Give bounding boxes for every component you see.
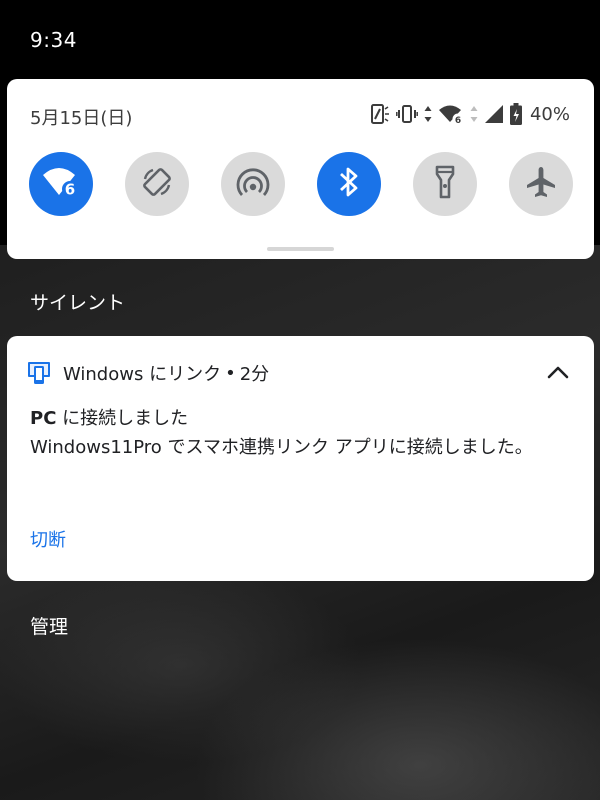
quick-settings-tiles: 6 <box>29 152 579 216</box>
notification-body: Windows11Pro でスマホ連携リンク アプリに接続しました。 <box>30 437 533 458</box>
notification-title: PC に接続しました <box>30 404 188 430</box>
battery-percentage: 40% <box>529 103 570 125</box>
collapse-button[interactable] <box>546 361 570 385</box>
airplane-icon <box>524 165 558 203</box>
bluetooth-tile[interactable] <box>317 152 381 216</box>
notification-header: Windows にリンク • 2分 <box>27 360 269 386</box>
app-name: Windows にリンク <box>63 364 222 385</box>
silent-section-label: サイレント <box>30 292 126 314</box>
quick-settings-panel: 5月15日(日) 6 40% 6 <box>7 79 594 259</box>
hotspot-tile[interactable] <box>221 152 285 216</box>
hotspot-icon <box>236 167 270 201</box>
notification-title-rest: に接続しました <box>56 408 189 429</box>
wifi-badge: 6 <box>65 181 75 199</box>
battery-icon <box>509 103 522 125</box>
rotate-icon <box>141 166 173 202</box>
notification-title-bold: PC <box>30 408 57 429</box>
bluetooth-icon <box>338 165 360 203</box>
manage-label[interactable]: 管理 <box>30 612 68 639</box>
phone-link-app-icon <box>27 361 51 385</box>
data-arrows-icon <box>424 105 432 123</box>
cell-signal-icon <box>484 104 504 124</box>
notification-time: 2分 <box>239 364 270 385</box>
vibrate-icon <box>396 104 418 124</box>
flashlight-icon <box>434 165 456 203</box>
signal-arrows-icon <box>470 105 478 123</box>
header-separator: • <box>225 362 236 384</box>
battery-saver-icon <box>370 103 390 125</box>
svg-text:6: 6 <box>455 116 461 124</box>
status-icons: 6 40% <box>370 103 570 125</box>
status-bar-time: 9:34 <box>30 28 77 52</box>
wifi-status-icon: 6 <box>438 104 464 124</box>
date-label: 5月15日(日) <box>30 108 133 129</box>
auto-rotate-tile[interactable] <box>125 152 189 216</box>
wifi-6-icon: 6 <box>41 165 81 203</box>
chevron-up-icon <box>547 364 569 383</box>
disconnect-button[interactable]: 切断 <box>30 526 66 552</box>
panel-drag-handle[interactable] <box>267 247 334 251</box>
airplane-mode-tile[interactable] <box>509 152 573 216</box>
wifi-tile[interactable]: 6 <box>29 152 93 216</box>
notification-card[interactable]: Windows にリンク • 2分 PC に接続しました Windows11Pr… <box>7 336 594 581</box>
flashlight-tile[interactable] <box>413 152 477 216</box>
